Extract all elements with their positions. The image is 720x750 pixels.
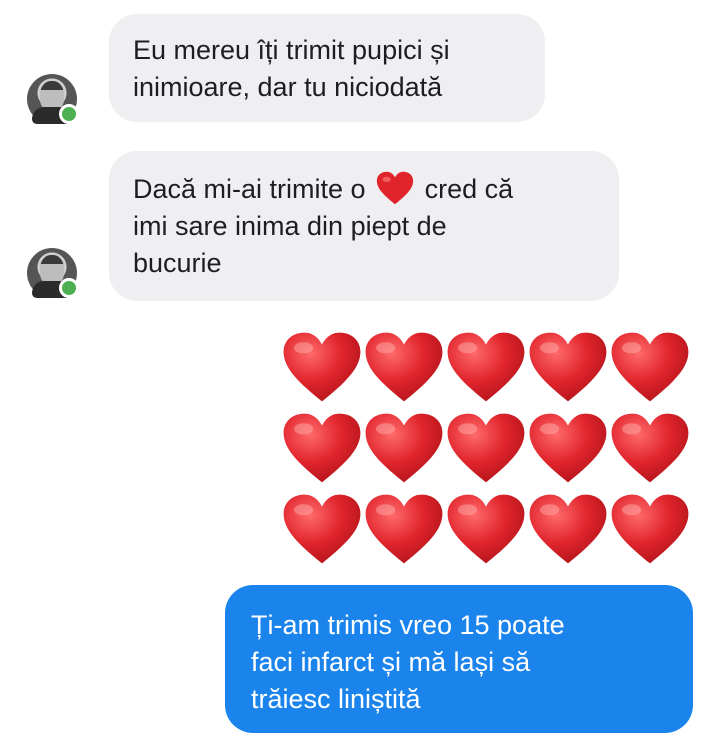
heart-icon [610, 328, 690, 406]
message-text-line: trăiesc liniștită [251, 684, 421, 714]
heart-icon [364, 328, 444, 406]
heart-icon [364, 409, 444, 487]
message-text-line: Eu mereu îți trimit pupici și [133, 35, 450, 65]
incoming-message-bubble[interactable]: Dacă mi-ai trimite o cred că imi sare in… [109, 151, 619, 301]
heart-icon [446, 409, 526, 487]
heart-icon [610, 409, 690, 487]
hearts-emoji-message[interactable] [282, 328, 694, 573]
message-text-line: Dacă mi-ai trimite o cred că [133, 171, 595, 208]
message-text-line: inimioare, dar tu niciodată [133, 72, 443, 102]
heart-icon [446, 328, 526, 406]
message-text-segment: cred că [424, 174, 514, 204]
message-text-line: faci infarct și mă lași să [251, 647, 531, 677]
incoming-message-bubble[interactable]: Eu mereu îți trimit pupici și inimioare,… [109, 14, 545, 122]
heart-icon [376, 171, 414, 205]
online-status-dot [59, 278, 79, 298]
heart-icon [528, 490, 608, 568]
message-text-line: bucurie [133, 248, 222, 278]
heart-icon [610, 490, 690, 568]
heart-icon [446, 490, 526, 568]
message-text-segment: Dacă mi-ai trimite o [133, 174, 366, 204]
heart-icon [528, 328, 608, 406]
message-text-line: imi sare inima din piept de [133, 211, 447, 241]
heart-icon [364, 490, 444, 568]
contact-avatar[interactable] [27, 248, 79, 298]
message-text-line: Ți-am trimis vreo 15 poate [251, 610, 565, 640]
heart-icon [528, 409, 608, 487]
outgoing-message-bubble[interactable]: Ți-am trimis vreo 15 poate faci infarct … [225, 585, 693, 733]
contact-avatar[interactable] [27, 74, 79, 124]
heart-icon [282, 490, 362, 568]
heart-icon [282, 409, 362, 487]
online-status-dot [59, 104, 79, 124]
heart-icon [282, 328, 362, 406]
